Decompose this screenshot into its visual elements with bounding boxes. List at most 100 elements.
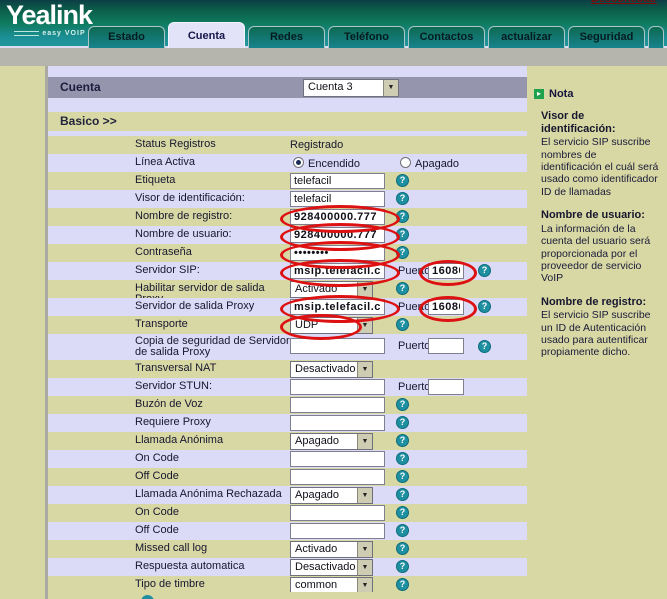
servidor-sip-input[interactable]	[290, 263, 385, 279]
row-respuesta-automatica: Respuesta automaticaDesactivado▼?	[48, 558, 527, 576]
help-icon[interactable]: ?	[396, 560, 409, 573]
help-icon[interactable]: ?	[396, 578, 409, 591]
chevron-down-icon[interactable]: ▼	[357, 488, 372, 503]
help-icon[interactable]: ?	[396, 542, 409, 555]
off-code-input[interactable]	[290, 523, 385, 539]
tab-tel-fono[interactable]: Teléfono	[328, 26, 405, 48]
chevron-down-icon[interactable]: ▼	[357, 318, 372, 333]
help-icon[interactable]: ?	[478, 300, 491, 313]
llamada-an-nima-rechazada-select[interactable]: Apagado▼	[290, 487, 373, 504]
tagline-text: easy VOIP	[42, 30, 85, 37]
field-label: Status Registros	[135, 139, 293, 150]
off-code-input[interactable]	[290, 469, 385, 485]
note-bullet-icon: ▸	[534, 89, 544, 99]
requiere-proxy-input[interactable]	[290, 415, 385, 431]
port-input[interactable]	[428, 299, 464, 315]
help-icon[interactable]: ?	[478, 264, 491, 277]
tab-partial[interactable]	[648, 26, 664, 48]
on-code-input[interactable]	[290, 451, 385, 467]
field-label: Off Code	[135, 525, 293, 536]
select-value: Desactivado	[295, 363, 356, 375]
contrase-a-input[interactable]	[290, 245, 385, 261]
help-icon[interactable]: ?	[396, 210, 409, 223]
tab-redes[interactable]: Redes	[248, 26, 325, 48]
port-input[interactable]	[428, 338, 464, 354]
account-bar-title: Cuenta	[60, 80, 101, 94]
visor-de-identificaci-n-input[interactable]	[290, 191, 385, 207]
field-label: Servidor de salida Proxy	[135, 301, 293, 312]
help-icon[interactable]: ?	[396, 282, 409, 295]
radio-apagado[interactable]	[400, 157, 411, 168]
chevron-down-icon[interactable]: ▼	[357, 282, 372, 297]
help-icon[interactable]: ?	[396, 434, 409, 447]
tagline-line	[14, 31, 39, 36]
help-icon[interactable]: ?	[396, 416, 409, 429]
nombre-de-usuario-input[interactable]	[290, 227, 385, 243]
tab-cuenta[interactable]: Cuenta	[168, 22, 245, 48]
help-icon[interactable]: ?	[396, 228, 409, 241]
on-code-input[interactable]	[290, 505, 385, 521]
etiqueta-input[interactable]	[290, 173, 385, 189]
help-icon[interactable]: ?	[396, 488, 409, 501]
chevron-down-icon[interactable]: ▼	[357, 434, 372, 449]
chevron-down-icon[interactable]: ▼	[383, 80, 398, 96]
field-label: Requiere Proxy	[135, 417, 293, 428]
help-icon[interactable]: ?	[396, 192, 409, 205]
select-value: Activado	[295, 283, 337, 295]
tab-actualizar[interactable]: actualizar	[488, 26, 565, 48]
field-label: On Code	[135, 507, 293, 518]
help-icon[interactable]: ?	[396, 452, 409, 465]
row-status-registros: Status RegistrosRegistrado	[48, 136, 527, 154]
note-item-heading: Nombre de usuario:	[541, 209, 660, 222]
servidor-de-salida-proxy-input[interactable]	[290, 299, 385, 315]
field-label: Servidor SIP:	[135, 265, 293, 276]
help-icon[interactable]: ?	[396, 398, 409, 411]
note-item-body: El servicio SIP suscribe nombres de iden…	[541, 136, 660, 198]
row-transversal-nat: Transversal NATDesactivado▼	[48, 360, 527, 378]
row-nombre-de-registro: Nombre de registro:?	[48, 208, 527, 226]
field-label: Off Code	[135, 471, 293, 482]
row-buz-n-de-voz: Buzón de Voz?	[48, 396, 527, 414]
account-select[interactable]: Cuenta 3 ▼	[303, 79, 399, 97]
note-item-heading: Nombre de registro:	[541, 296, 660, 309]
nombre-de-registro-input[interactable]	[290, 209, 385, 225]
help-icon[interactable]: ?	[396, 174, 409, 187]
transporte-select[interactable]: UDP▼	[290, 317, 373, 334]
port-input[interactable]	[428, 263, 464, 279]
tab-seguridad[interactable]: Seguridad	[568, 26, 645, 48]
transversal-nat-select[interactable]: Desactivado▼	[290, 361, 373, 378]
field-label: Missed call log	[135, 543, 293, 554]
llamada-an-nima-select[interactable]: Apagado▼	[290, 433, 373, 450]
help-icon[interactable]: ?	[396, 506, 409, 519]
port-input[interactable]	[428, 379, 464, 395]
help-icon[interactable]: ?	[478, 340, 491, 353]
row-llamada-an-nima: Llamada AnónimaApagado▼?	[48, 432, 527, 450]
chevron-down-icon[interactable]: ▼	[357, 578, 372, 593]
chevron-down-icon[interactable]: ▼	[357, 362, 372, 377]
radio-encendido[interactable]	[293, 157, 304, 168]
row-etiqueta: Etiqueta?	[48, 172, 527, 190]
select-value: common	[295, 579, 337, 591]
servidor-stun-input[interactable]	[290, 379, 385, 395]
missed-call-log-select[interactable]: Activado▼	[290, 541, 373, 558]
account-form: Cuenta Cuenta 3 ▼ Basico >> Status Regis…	[48, 66, 527, 599]
buz-n-de-voz-input[interactable]	[290, 397, 385, 413]
copia-de-seguridad-de-servidor-de-salida-proxy-input[interactable]	[290, 338, 385, 354]
port-label: Puerto	[398, 301, 430, 313]
basic-section-header[interactable]: Basico >>	[48, 112, 527, 131]
logout-link[interactable]: Desconectar	[591, 0, 657, 5]
tab-estado[interactable]: Estado	[88, 26, 165, 48]
help-icon[interactable]: ?	[396, 246, 409, 259]
help-icon[interactable]: ?	[396, 524, 409, 537]
help-icon[interactable]: ?	[396, 318, 409, 331]
habilitar-servidor-de-salida-proxy-select[interactable]: Activado ▼	[290, 281, 373, 298]
tab-contactos[interactable]: Contactos	[408, 26, 485, 48]
note-item-body: La información de la cuenta del usuario …	[541, 223, 660, 285]
yealink-admin-page: Yealink easy VOIP Desconectar EstadoCuen…	[0, 0, 667, 599]
help-icon[interactable]	[141, 595, 154, 599]
respuesta-automatica-select[interactable]: Desactivado▼	[290, 559, 373, 576]
help-icon[interactable]: ?	[396, 470, 409, 483]
chevron-down-icon[interactable]: ▼	[357, 560, 372, 575]
note-title: ▸ Nota	[534, 88, 573, 100]
chevron-down-icon[interactable]: ▼	[357, 542, 372, 557]
